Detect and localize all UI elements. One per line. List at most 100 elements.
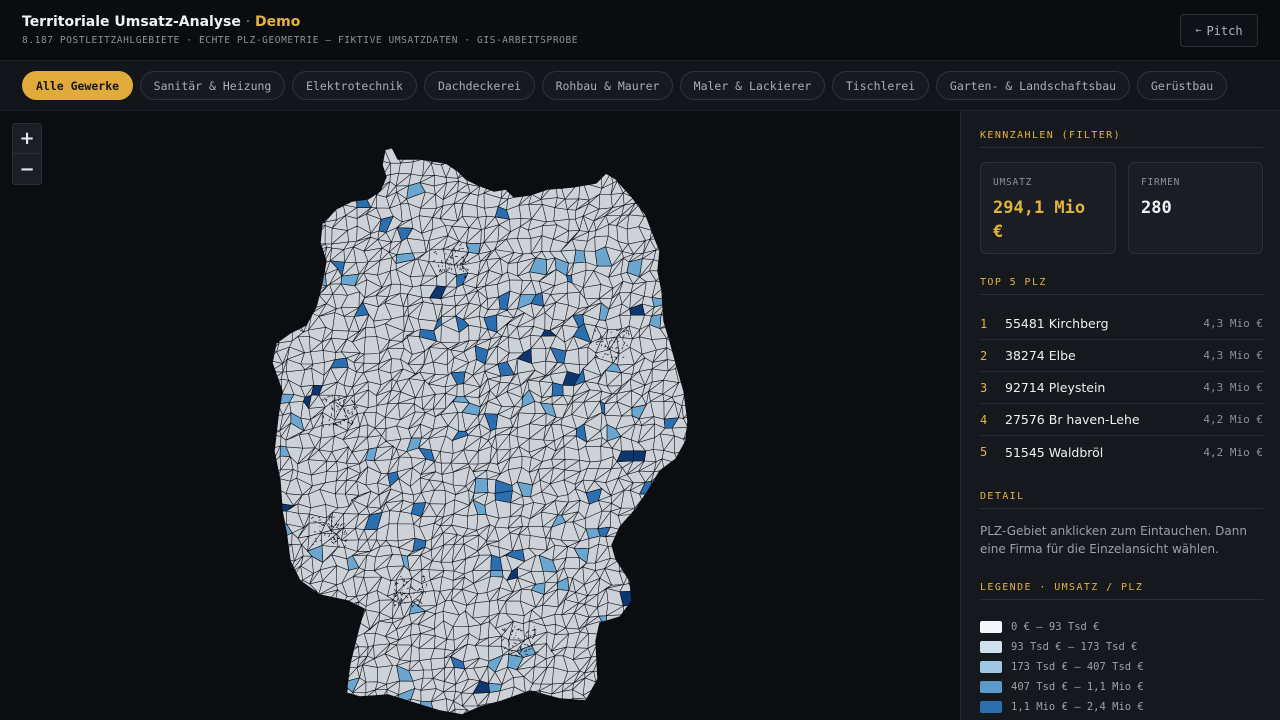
top-plz-value: 4,3 Mio €	[1203, 381, 1263, 394]
legend-label: 1,1 Mio € – 2,4 Mio €	[1011, 701, 1144, 713]
plz-region-highlight[interactable]	[672, 611, 687, 630]
top-plz-rank: 3	[980, 380, 988, 395]
top-plz-row[interactable]: 1 55481 Kirchberg 4,3 Mio €	[980, 308, 1263, 340]
legend-label: 173 Tsd € – 407 Tsd €	[1011, 661, 1144, 673]
plz-region-highlight[interactable]	[332, 648, 346, 658]
plz-region-highlight[interactable]	[276, 205, 293, 219]
plz-region-highlight[interactable]	[285, 264, 305, 275]
legend-swatch	[980, 641, 1002, 653]
plz-region-mesh[interactable]	[264, 137, 702, 720]
top-plz-row[interactable]: 5 51545 Waldbröl 4,2 Mio €	[980, 436, 1263, 468]
top-plz-rank: 1	[980, 316, 988, 331]
top-plz-rank: 2	[980, 348, 988, 363]
top-plz-row[interactable]: 4 27576 Br haven-Lehe 4,2 Mio €	[980, 404, 1263, 436]
zoom-in-button[interactable]: +	[13, 124, 41, 154]
top-plz-section-title: TOP 5 PLZ	[980, 277, 1263, 295]
kpi-firmen-label: FIRMEN	[1141, 177, 1181, 188]
plz-region-highlight[interactable]	[310, 664, 325, 685]
filter-chip-elektrotechnik[interactable]: Elektrotechnik	[292, 71, 417, 100]
legend-label: 0 € – 93 Tsd €	[1011, 621, 1100, 633]
plz-region-highlight[interactable]	[300, 668, 315, 685]
plz-region-highlight[interactable]	[312, 180, 327, 199]
plz-region-highlight[interactable]	[672, 643, 689, 663]
plz-region-highlight[interactable]	[490, 570, 504, 578]
kpi-card-firmen: FIRMEN 280	[1128, 162, 1263, 254]
plz-region-highlight[interactable]	[651, 219, 663, 231]
plz-region-highlight[interactable]	[573, 249, 587, 264]
plz-region-highlight[interactable]	[662, 246, 679, 264]
plz-region-highlight[interactable]	[674, 230, 688, 239]
plz-region-highlight[interactable]	[334, 181, 346, 196]
plz-region-highlight[interactable]	[332, 612, 344, 629]
plz-region-highlight[interactable]	[291, 217, 304, 232]
legend-swatch	[980, 701, 1002, 713]
page-subtitle: 8.187 POSTLEITZAHLGEBIETE · ECHTE PLZ-GE…	[22, 35, 579, 46]
legend-section-title: LEGENDE · UMSATZ / PLZ	[980, 582, 1263, 600]
legend-swatch	[980, 661, 1002, 673]
filter-chip-sanitaer-heizung[interactable]: Sanitär & Heizung	[140, 71, 285, 100]
plz-regions[interactable]	[264, 137, 702, 720]
top-plz-row[interactable]: 2 38274 Elbe 4,3 Mio €	[980, 340, 1263, 372]
plz-region-highlight[interactable]	[639, 567, 657, 585]
plz-region-highlight[interactable]	[462, 151, 474, 166]
plz-region-highlight[interactable]	[302, 653, 315, 671]
germany-plz-choropleth[interactable]	[0, 111, 960, 720]
trade-filter-bar: Alle Gewerke Sanitär & Heizung Elektrote…	[0, 61, 1280, 111]
filter-chip-maler-lackierer[interactable]: Maler & Lackierer	[680, 71, 825, 100]
filter-chip-tischlerei[interactable]: Tischlerei	[832, 71, 929, 100]
plz-map[interactable]: + −	[0, 111, 960, 720]
plz-region-highlight[interactable]	[670, 279, 688, 299]
title-main: Territoriale Umsatz-Analyse	[22, 14, 241, 30]
kpi-section-title: KENNZAHLEN (FILTER)	[980, 130, 1263, 148]
legend-label: 407 Tsd € – 1,1 Mio €	[1011, 681, 1144, 693]
top-plz-row[interactable]: 3 92714 Pleystein 4,3 Mio €	[980, 372, 1263, 404]
plz-region-highlight[interactable]	[275, 315, 293, 333]
top-plz-name: 27576 Br haven-Lehe	[1005, 412, 1140, 427]
zoom-control: + −	[12, 123, 42, 185]
top-plz-name: 51545 Waldbröl	[1005, 444, 1104, 460]
top-plz-name: 92714 Pleystein	[1005, 380, 1106, 395]
top-plz-rank: 5	[980, 445, 988, 459]
plz-region-highlight[interactable]	[290, 224, 305, 244]
detail-section-title: DETAIL	[980, 491, 1263, 509]
plz-region-highlight[interactable]	[473, 477, 489, 494]
filter-chip-rohbau-maurer[interactable]: Rohbau & Maurer	[542, 71, 673, 100]
legend-item: 407 Tsd € – 1,1 Mio €	[980, 677, 1263, 697]
plz-region-highlight[interactable]	[318, 613, 336, 628]
top-plz-rank: 4	[980, 412, 988, 427]
zoom-out-button[interactable]: −	[13, 154, 41, 184]
filter-chip-alle-gewerke[interactable]: Alle Gewerke	[22, 71, 133, 100]
top-plz-value: 4,3 Mio €	[1203, 349, 1263, 362]
arrow-left-icon: ←	[1195, 25, 1202, 36]
title-accent: Demo	[255, 14, 301, 30]
plz-region-highlight[interactable]	[488, 682, 503, 693]
plz-region-highlight[interactable]	[617, 705, 631, 715]
filter-chip-geruestbau[interactable]: Gerüstbau	[1137, 71, 1227, 100]
plz-region-highlight[interactable]	[486, 164, 504, 178]
legend-item: 93 Tsd € – 173 Tsd €	[980, 637, 1263, 657]
plz-region-highlight[interactable]	[551, 382, 564, 397]
plz-region-highlight[interactable]	[615, 667, 636, 684]
plz-region-highlight[interactable]	[671, 185, 688, 200]
legend-label: 93 Tsd € – 173 Tsd €	[1011, 641, 1138, 653]
top-plz-list: 1 55481 Kirchberg 4,3 Mio € 2 38274 Elbe…	[980, 308, 1263, 468]
plz-region-highlight[interactable]	[522, 163, 535, 178]
top-plz-value: 4,2 Mio €	[1203, 445, 1263, 459]
pitch-back-button[interactable]: ← Pitch	[1180, 14, 1258, 47]
plz-region-highlight[interactable]	[466, 242, 482, 255]
top-plz-value: 4,3 Mio €	[1203, 317, 1263, 330]
legend-list: 0 € – 93 Tsd € 93 Tsd € – 173 Tsd € 173 …	[980, 617, 1263, 720]
plz-region-highlight[interactable]	[652, 557, 667, 572]
detail-hint-text: PLZ-Gebiet anklicken zum Eintauchen. Dan…	[980, 524, 1247, 556]
plz-region-highlight[interactable]	[633, 450, 647, 462]
filter-chip-dachdeckerei[interactable]: Dachdeckerei	[424, 71, 535, 100]
plz-region-highlight[interactable]	[318, 159, 336, 171]
filter-chip-garten-landschaftsbau[interactable]: Garten- & Landschaftsbau	[936, 71, 1130, 100]
plz-region-highlight[interactable]	[670, 279, 688, 299]
kpi-firmen-value: 280	[1141, 198, 1172, 218]
plz-region-highlight[interactable]	[617, 705, 631, 715]
top-plz-name: 55481 Kirchberg	[1005, 316, 1109, 331]
plz-region-highlight[interactable]	[670, 501, 688, 519]
legend-swatch	[980, 681, 1002, 693]
legend-swatch	[980, 621, 1002, 633]
